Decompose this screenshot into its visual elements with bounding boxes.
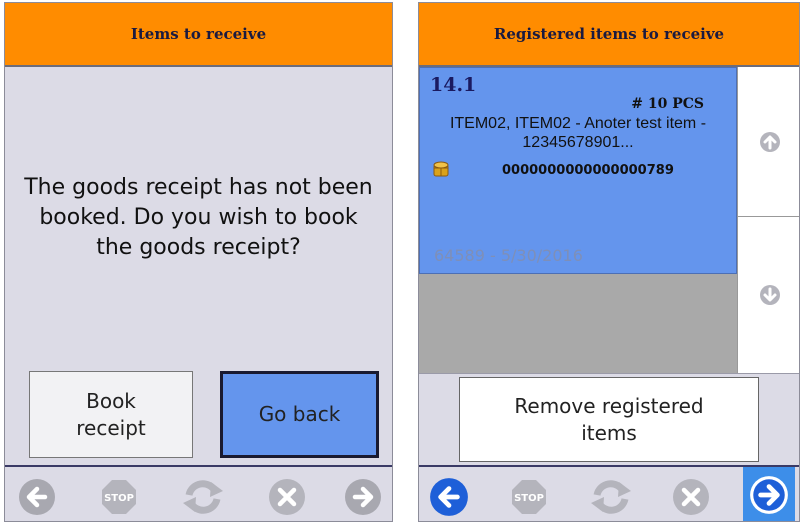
back-button[interactable] [15, 475, 59, 519]
bottom-toolbar: STOP [5, 467, 392, 521]
arrow-up-icon [759, 131, 780, 152]
book-receipt-label: Book receipt [76, 388, 146, 440]
item-position: 14.1 [430, 74, 477, 96]
confirmation-message: The goods receipt has not been booked. D… [24, 175, 373, 260]
go-back-button[interactable]: Go back [220, 371, 379, 458]
svg-text:STOP: STOP [514, 493, 544, 504]
item-description: ITEM02, ITEM02 - Anoter test item - 1234… [449, 115, 707, 151]
arrow-down-icon [759, 285, 780, 305]
forward-button[interactable] [743, 467, 795, 521]
svg-text:STOP: STOP [104, 493, 134, 504]
list-item[interactable]: 14.1 # 10 PCS ITEM02, ITEM02 - Anoter te… [419, 67, 737, 274]
registered-items-screen: Registered items to receive 14.1 # 10 PC… [418, 2, 800, 522]
package-icon [433, 161, 449, 177]
screen-title: Items to receive [5, 3, 392, 67]
book-receipt-button[interactable]: Book receipt [29, 371, 193, 458]
refresh-icon [183, 480, 223, 514]
stop-button[interactable]: STOP [97, 475, 141, 519]
stop-icon: STOP [512, 480, 546, 514]
scroll-controls [737, 67, 799, 373]
item-quantity: # 10 PCS [631, 96, 704, 112]
stop-button[interactable]: STOP [507, 475, 551, 519]
registered-items-list: 14.1 # 10 PCS ITEM02, ITEM02 - Anoter te… [419, 67, 737, 373]
item-barcode: 0000000000000000789 [502, 163, 674, 178]
refresh-icon [591, 480, 631, 514]
scroll-up-button[interactable] [737, 67, 799, 217]
forward-button[interactable] [341, 475, 385, 519]
screen-title: Registered items to receive [419, 3, 799, 67]
refresh-button[interactable] [589, 475, 633, 519]
go-back-label: Go back [258, 402, 341, 426]
remove-registered-items-label: Remove registered items [514, 393, 704, 445]
forward-arrow-icon [750, 476, 788, 514]
cancel-button[interactable] [265, 475, 309, 519]
back-button[interactable] [427, 475, 471, 519]
forward-arrow-icon [345, 479, 381, 515]
cancel-icon [269, 479, 305, 515]
bottom-toolbar: STOP [419, 467, 799, 521]
cancel-button[interactable] [669, 475, 713, 519]
refresh-button[interactable] [181, 475, 225, 519]
stop-icon: STOP [102, 480, 136, 514]
back-arrow-icon [430, 478, 468, 516]
remove-registered-items-button[interactable]: Remove registered items [459, 377, 759, 462]
back-arrow-icon [19, 479, 55, 515]
divider [419, 373, 799, 374]
cancel-icon [673, 479, 709, 515]
items-to-receive-screen: Items to receive The goods receipt has n… [4, 2, 393, 522]
item-order-date: 64589 - 5/30/2016 [434, 246, 583, 265]
scroll-down-button[interactable] [737, 217, 799, 373]
